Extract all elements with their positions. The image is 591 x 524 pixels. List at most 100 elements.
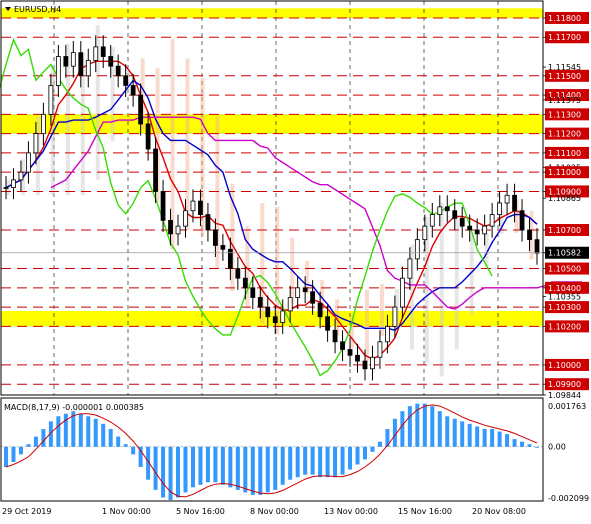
candle-body — [414, 239, 420, 260]
candle-body — [55, 56, 61, 86]
macd-histogram-bar — [243, 446, 248, 493]
candle-body — [377, 341, 383, 358]
macd-histogram-bar — [176, 446, 181, 498]
candle-body — [467, 225, 473, 231]
candle-body — [40, 113, 46, 135]
macd-histogram-bar — [123, 444, 128, 447]
candle-body — [205, 214, 211, 231]
candle-body — [26, 152, 31, 173]
candle-body — [474, 229, 480, 235]
macd-histogram-bar — [527, 444, 532, 447]
time-tick-label: 8 Nov 00:00 — [250, 507, 299, 516]
candle-body — [519, 210, 525, 231]
macd-histogram-bar — [400, 411, 405, 447]
candle-body — [534, 239, 540, 254]
candle-body — [489, 214, 495, 227]
candle-body — [504, 194, 510, 204]
price-tick-label: 1.11000 — [548, 168, 581, 177]
price-tick-label: 1.10300 — [548, 303, 581, 312]
price-tick-label: 1.10000 — [548, 361, 581, 370]
macd-histogram-bar — [213, 446, 218, 483]
candle-body — [295, 287, 301, 298]
macd-histogram-bar — [183, 446, 188, 493]
time-tick-label: 13 Nov 00:00 — [324, 507, 378, 516]
macd-histogram-bar — [340, 446, 345, 475]
cloud-segment — [185, 58, 190, 231]
symbol-label: EURUSD,H4 — [14, 5, 61, 14]
candle-body — [153, 148, 158, 192]
candle-body — [115, 65, 121, 77]
candle-body — [399, 277, 405, 308]
candle-body — [437, 206, 443, 215]
macd-histogram-bar — [325, 446, 330, 478]
candle-body — [123, 75, 129, 86]
chart-window[interactable]: EURUSD,H4 MACD(8,17,9) -0.000001 0.00038… — [0, 0, 591, 524]
macd-histogram-bar — [535, 446, 539, 448]
price-tick-label: 1.09900 — [548, 380, 581, 389]
symbol-title[interactable]: EURUSD,H4 — [5, 5, 61, 14]
candle-body — [332, 329, 338, 343]
macd-label: MACD(8,17,9) -0.000001 0.000385 — [4, 403, 144, 412]
candle-body — [213, 229, 218, 246]
macd-histogram-bar — [258, 446, 263, 495]
candle-body — [317, 302, 323, 318]
macd-histogram-bar — [18, 446, 23, 455]
price-tick-label: 1.11375 — [548, 96, 581, 105]
macd-histogram-bar — [445, 416, 450, 447]
candle-body — [63, 56, 69, 67]
candle-body — [362, 360, 368, 370]
candle-body — [190, 200, 196, 212]
candle-body — [325, 316, 330, 331]
candle-body — [429, 214, 435, 227]
candle-body — [265, 306, 271, 318]
macd-histogram-bar — [190, 446, 195, 488]
macd-histogram-bar — [355, 446, 360, 465]
price-tick-label: 1.10400 — [548, 284, 581, 293]
candle-body — [497, 202, 503, 215]
candle-body — [227, 248, 233, 269]
macd-histogram-bar — [333, 446, 338, 478]
price-tick-label: 1.11500 — [548, 72, 581, 81]
cloud-segment — [364, 289, 369, 362]
macd-histogram-bar — [153, 446, 158, 490]
macd-histogram-bar — [348, 446, 353, 470]
candle-body — [220, 245, 226, 250]
candle-body — [250, 287, 256, 298]
macd-histogram-bar — [497, 431, 502, 447]
price-tick-label: 1.10582 — [548, 249, 581, 258]
candle-body — [138, 94, 144, 125]
support-resistance-zone — [1, 8, 543, 18]
macd-histogram-bar — [303, 446, 308, 475]
price-tick-label: 1.11800 — [548, 14, 581, 23]
macd-histogram-bar — [482, 428, 487, 447]
time-tick-label: 20 Nov 08:00 — [472, 507, 526, 516]
macd-histogram-bar — [131, 446, 136, 455]
candle-body — [18, 171, 24, 181]
price-tick-label: 1.11700 — [548, 33, 581, 42]
macd-histogram-bar — [452, 418, 457, 447]
candle-body — [355, 354, 360, 362]
candle-body — [175, 225, 181, 235]
macd-histogram-bar — [467, 423, 472, 447]
candle-body — [310, 291, 316, 304]
macd-histogram-bar — [273, 446, 278, 490]
candle-body — [48, 85, 54, 115]
macd-histogram-bar — [475, 426, 480, 447]
macd-histogram-bar — [93, 418, 98, 447]
macd-histogram-bar — [280, 446, 285, 485]
macd-histogram-bar — [505, 434, 510, 447]
candle-body — [130, 85, 136, 96]
macd-histogram-bar — [250, 446, 255, 495]
time-tick-label: 5 Nov 16:00 — [176, 507, 225, 516]
macd-histogram-bar — [41, 428, 46, 447]
macd-histogram-bar — [86, 416, 91, 447]
candle-body — [272, 316, 278, 323]
candle-body — [347, 349, 353, 356]
candle-body — [257, 297, 263, 308]
price-tick-label: 1.10200 — [548, 322, 581, 331]
macd-histogram-bar — [26, 444, 31, 447]
macd-histogram-bar — [318, 446, 323, 478]
macd-histogram-bar — [407, 406, 412, 447]
macd-histogram-bar — [235, 446, 240, 490]
macd-histogram-bar — [11, 446, 16, 462]
